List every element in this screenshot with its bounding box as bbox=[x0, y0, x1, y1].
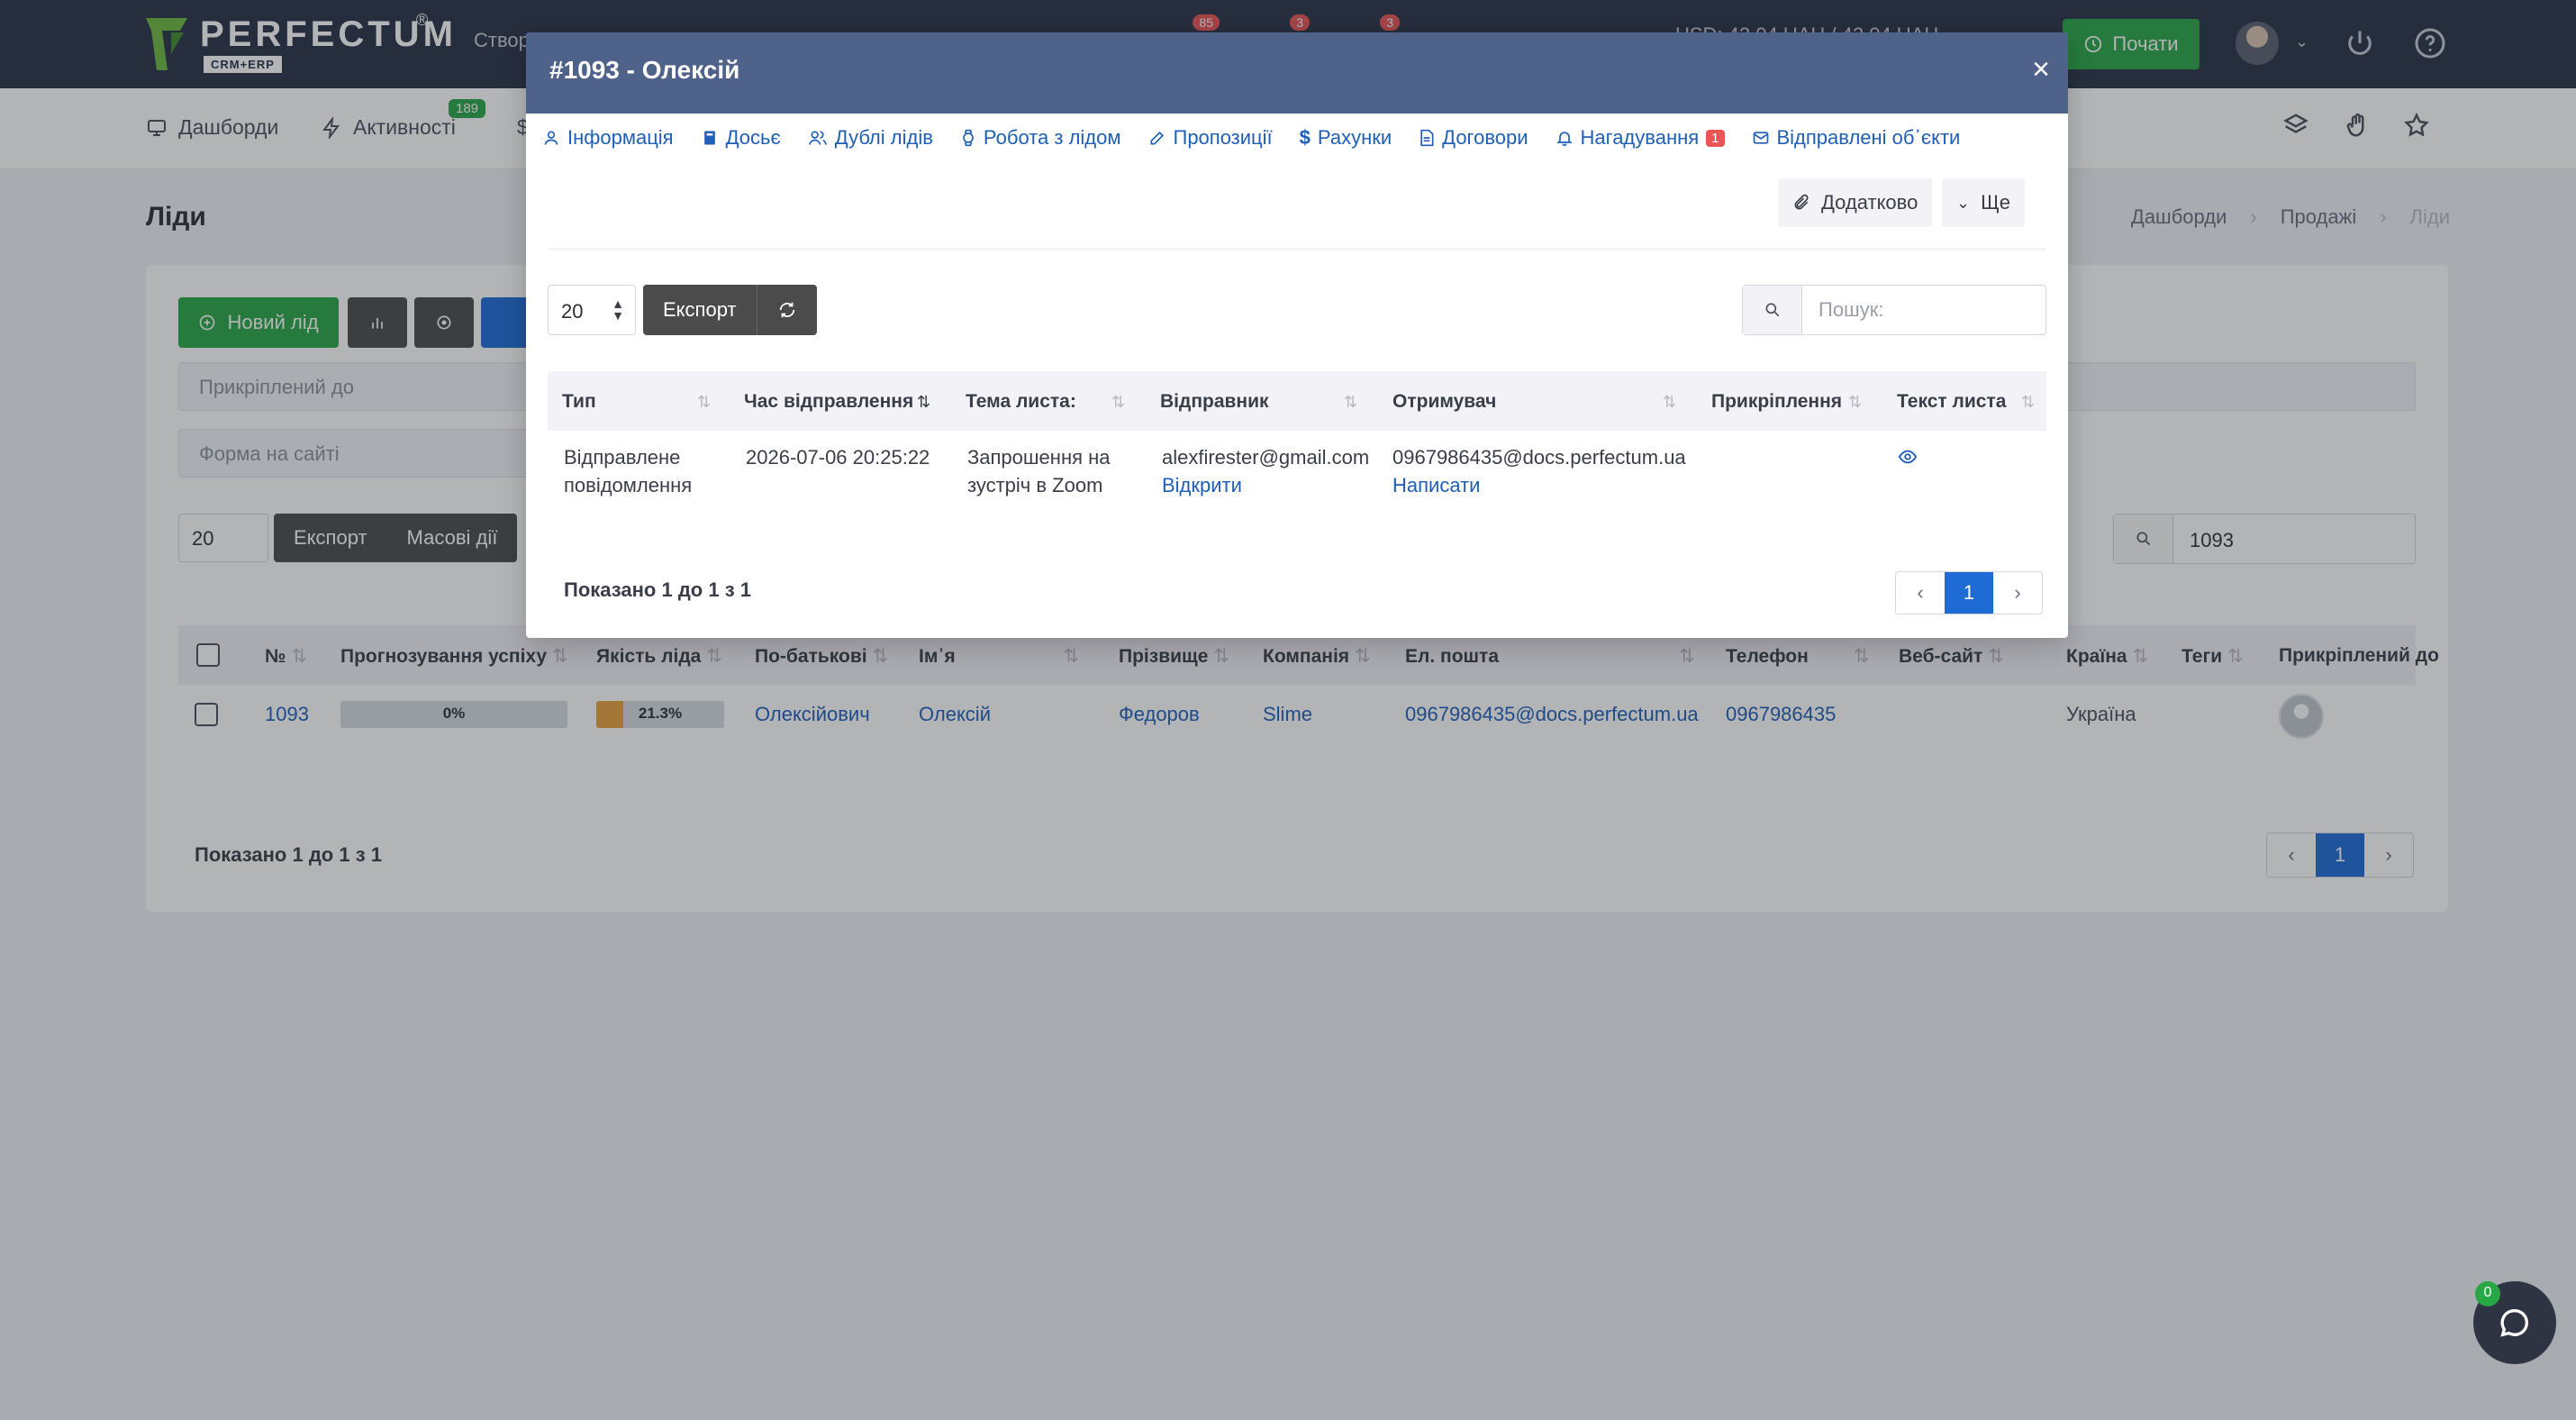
tab-contracts[interactable]: Договори bbox=[1419, 126, 1528, 150]
modal-shown-info: Показано 1 до 1 з 1 bbox=[564, 578, 751, 601]
watch-icon bbox=[963, 129, 974, 147]
recipient-address: 0967986435@docs.perfectum.ua bbox=[1392, 446, 1686, 469]
tab-info[interactable]: Інформація bbox=[542, 126, 674, 150]
search-icon bbox=[1743, 286, 1802, 334]
col-subject[interactable]: Тема листа: bbox=[966, 391, 1076, 413]
edit-icon bbox=[1150, 131, 1164, 145]
tab-reminders[interactable]: Нагадування 1 bbox=[1556, 126, 1725, 150]
modal-export-group: Експорт bbox=[643, 285, 817, 335]
close-icon[interactable]: × bbox=[2032, 52, 2050, 87]
extra-button[interactable]: Додатково bbox=[1778, 178, 1933, 227]
tab-proposals[interactable]: Пропозиції bbox=[1148, 126, 1273, 150]
tab-duplicates[interactable]: Дублі лідів bbox=[808, 126, 933, 150]
divider bbox=[548, 249, 2046, 250]
email-sent-time: 2026-07-06 20:25:22 bbox=[746, 446, 930, 469]
paperclip-icon bbox=[1794, 194, 1809, 210]
prev-page-button[interactable]: ‹ bbox=[1896, 572, 1945, 614]
users-icon bbox=[808, 131, 827, 145]
page-button[interactable]: 1 bbox=[1945, 572, 1993, 614]
sort-icon[interactable]: ⇅ bbox=[1344, 393, 1357, 412]
file-icon bbox=[1420, 129, 1434, 147]
sort-arrows-icon: ▲ ▼ bbox=[612, 296, 624, 323]
sort-icon[interactable]: ⇅ bbox=[697, 393, 711, 412]
refresh-icon[interactable] bbox=[757, 300, 817, 320]
sort-icon[interactable]: ⇅ bbox=[1848, 393, 1862, 412]
emails-table-header: Тип ⇅ Час відправлення ⇅ Тема листа: ⇅ В… bbox=[548, 371, 2046, 431]
col-type[interactable]: Тип bbox=[562, 391, 596, 413]
modal-search-input[interactable] bbox=[1802, 286, 2044, 334]
tab-sent-objects[interactable]: Відправлені об᾿єкти bbox=[1752, 126, 1960, 150]
tab-invoices[interactable]: $ Рахунки bbox=[1300, 126, 1392, 150]
chat-bubble-icon bbox=[2500, 1309, 2528, 1337]
email-recipient: 0967986435@docs.perfectum.ua Написати bbox=[1392, 443, 1686, 499]
modal-search bbox=[1742, 285, 2046, 335]
more-button[interactable]: ⌄ Ще bbox=[1942, 178, 2025, 227]
modal-pagination: ‹ 1 › bbox=[1895, 571, 2043, 614]
modal-title: #1093 - Олексій bbox=[549, 56, 740, 84]
col-recipient[interactable]: Отримувач bbox=[1392, 391, 1496, 413]
open-link[interactable]: Відкрити bbox=[1162, 471, 1369, 499]
next-page-button[interactable]: › bbox=[1993, 572, 2042, 614]
email-subject: Запрошення на зустріч в Zoom bbox=[967, 446, 1111, 496]
bell-icon bbox=[1556, 132, 1573, 147]
modal-tabs: Інформація Досьє Дублі лідів Робота з лі… bbox=[542, 126, 1960, 150]
write-link[interactable]: Написати bbox=[1392, 471, 1686, 499]
mail-icon bbox=[1753, 132, 1768, 144]
user-icon bbox=[544, 131, 558, 145]
col-sender[interactable]: Відправник bbox=[1160, 391, 1269, 413]
col-sent-time[interactable]: Час відправлення bbox=[744, 391, 913, 413]
chat-count: 0 bbox=[2475, 1281, 2500, 1306]
modal-export-button[interactable]: Експорт bbox=[643, 285, 757, 335]
dollar-icon: $ bbox=[1299, 126, 1311, 149]
lead-modal: #1093 - Олексій × Інформація Досьє Дублі… bbox=[526, 32, 2068, 638]
sort-desc-icon[interactable]: ⇅ bbox=[917, 393, 930, 412]
tab-work[interactable]: Робота з лідом bbox=[960, 126, 1121, 150]
email-sender: alexfirester@gmail.com Відкрити bbox=[1162, 443, 1369, 499]
sender-address: alexfirester@gmail.com bbox=[1162, 446, 1370, 469]
sort-icon[interactable]: ⇅ bbox=[2021, 393, 2035, 412]
tab-dossier[interactable]: Досьє bbox=[701, 126, 781, 150]
email-type: Відправлене повідомлення bbox=[564, 446, 693, 496]
modal-header: #1093 - Олексій × bbox=[526, 32, 2068, 114]
col-attachments[interactable]: Прикріплення bbox=[1711, 391, 1842, 413]
col-email-text[interactable]: Текст листа bbox=[1897, 391, 2006, 413]
chevron-down-icon: ⌄ bbox=[1956, 193, 1971, 212]
modal-page-size[interactable]: 20 ▲ ▼ bbox=[548, 285, 636, 335]
book-icon bbox=[703, 131, 715, 145]
sort-icon[interactable]: ⇅ bbox=[1111, 393, 1125, 412]
reminders-count: 1 bbox=[1706, 129, 1725, 147]
sort-icon[interactable]: ⇅ bbox=[1663, 393, 1676, 412]
eye-icon[interactable] bbox=[1897, 447, 1918, 467]
